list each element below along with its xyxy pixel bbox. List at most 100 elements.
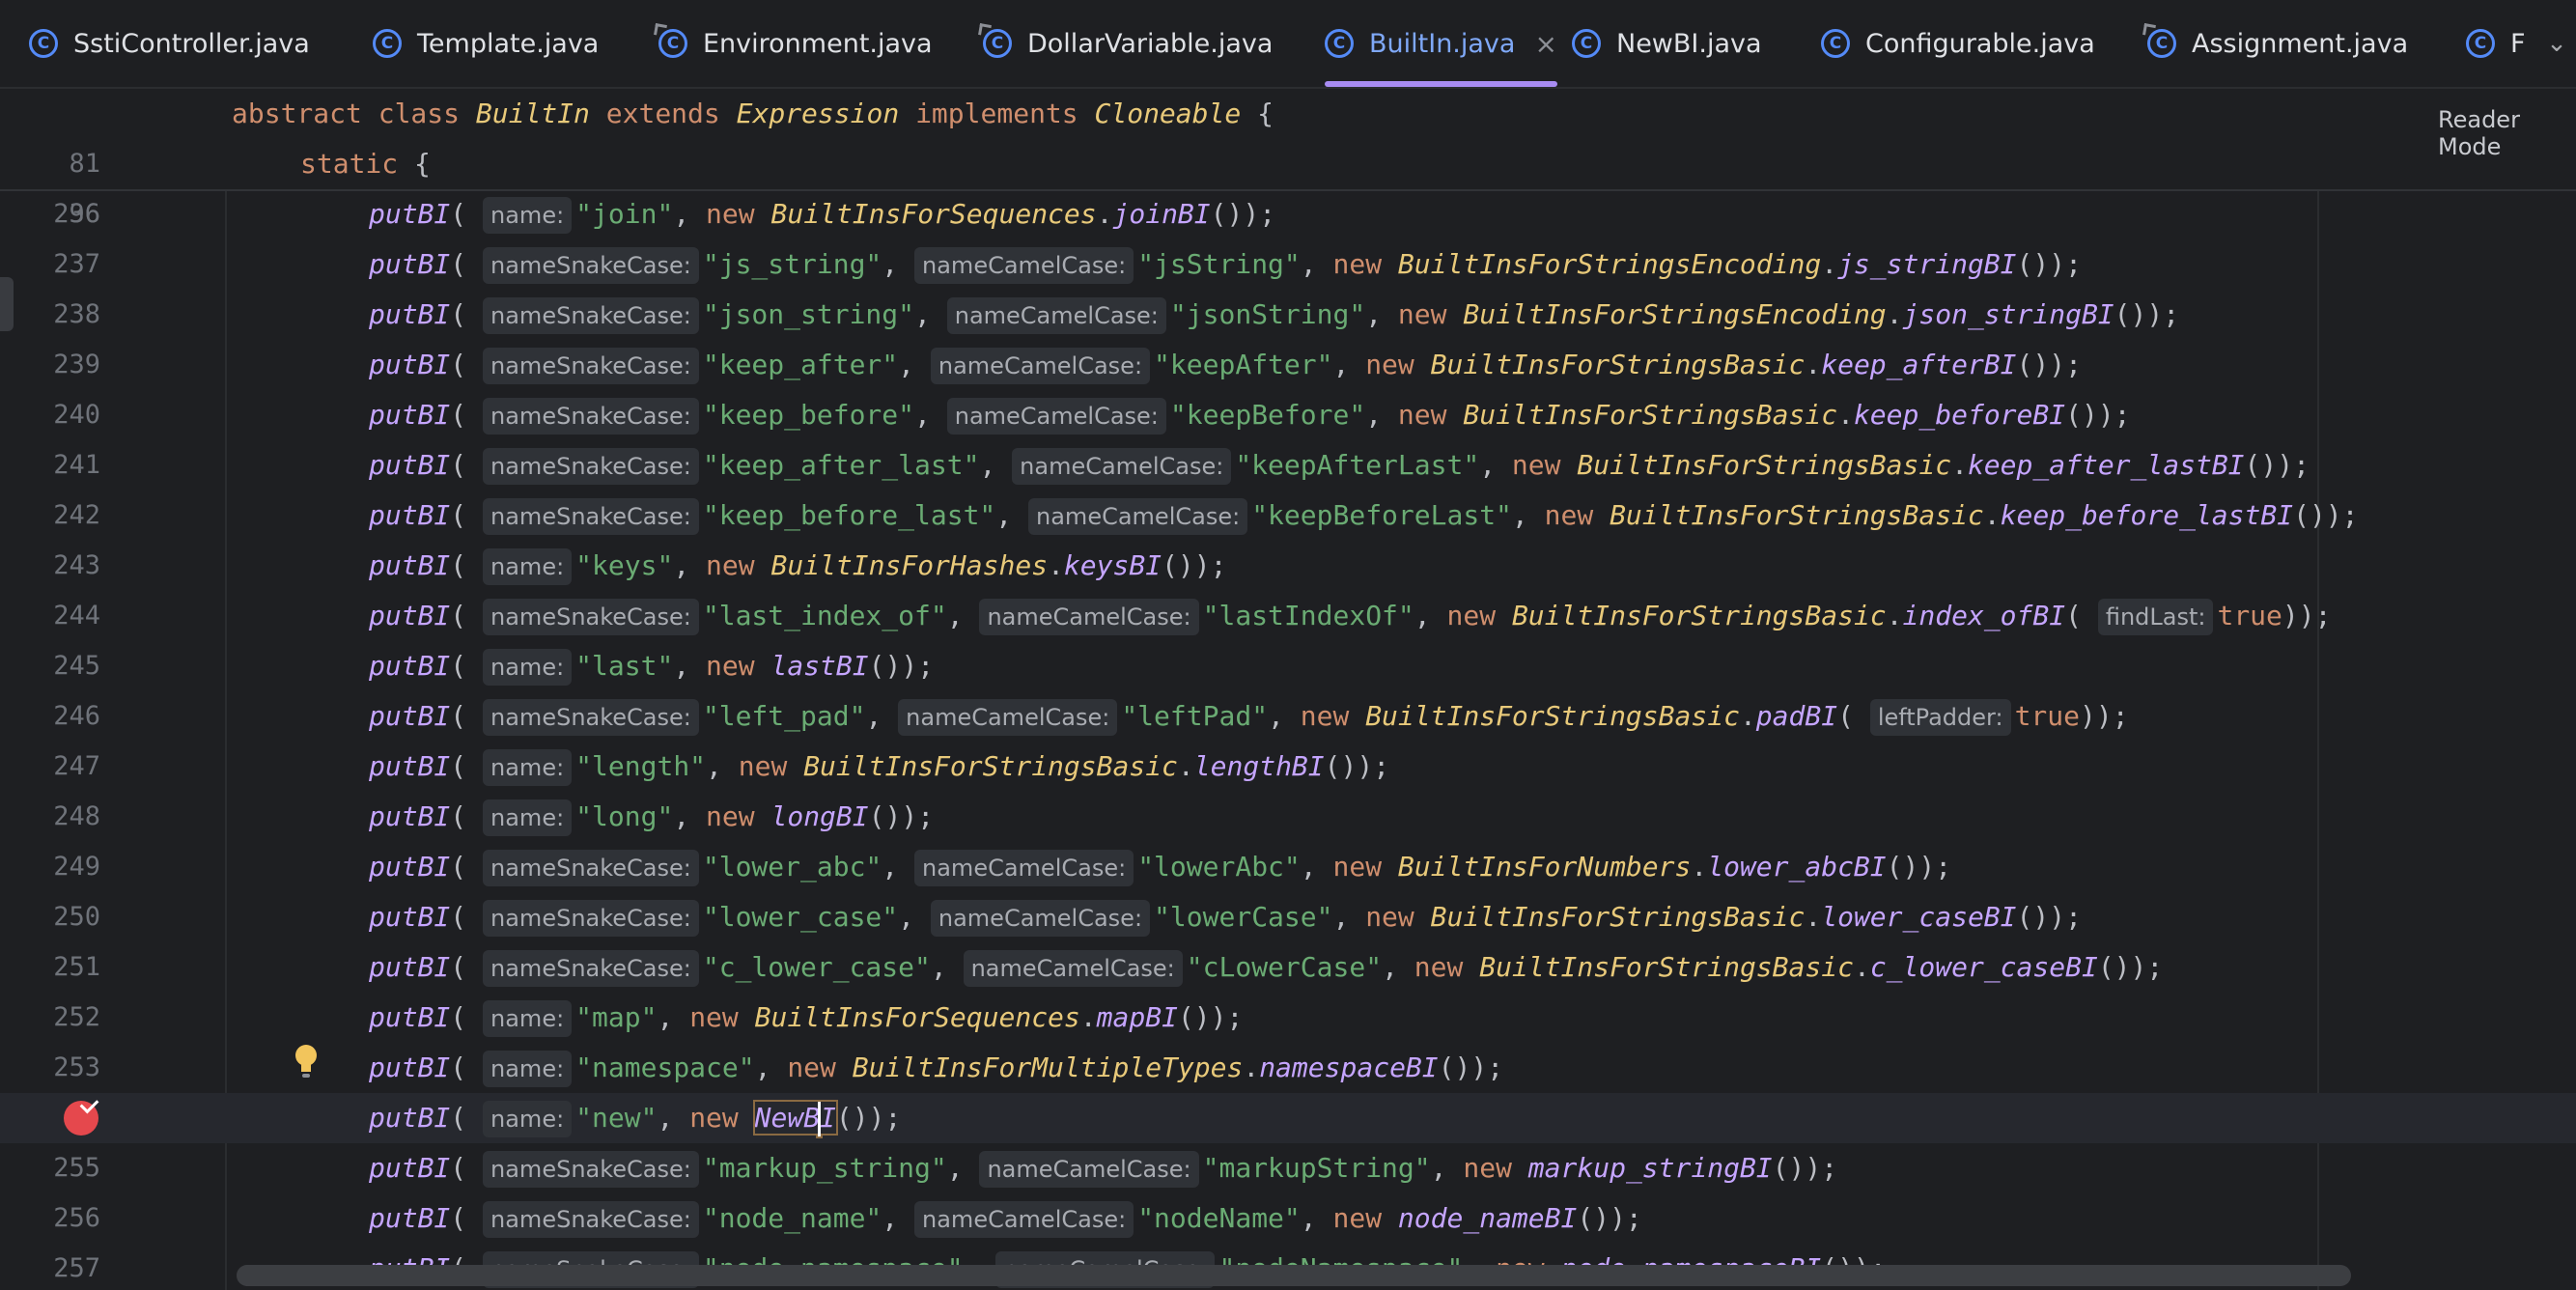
parameter-hint: name: xyxy=(483,1051,573,1087)
breakpoint-icon[interactable] xyxy=(64,1101,98,1136)
code-line[interactable]: 248 putBI( name: "long", new longBI()); xyxy=(0,792,2576,842)
sticky-line-static[interactable]: 96 static { xyxy=(0,139,2576,229)
tab-builtin-java[interactable]: C BuiltIn.java × xyxy=(1325,0,1557,87)
code-line[interactable]: 243 putBI( name: "keys", new BuiltInsForHa… xyxy=(0,541,2576,591)
code-line[interactable]: 253 putBI( name: "namespace", new BuiltIns… xyxy=(0,1043,2576,1093)
line-number: 245 xyxy=(53,651,100,681)
class-declaration: abstract class BuiltIn extends Expressio… xyxy=(232,98,1274,129)
close-tab-icon[interactable]: × xyxy=(1534,28,1556,60)
code-text: putBI( nameSnakeCase: "markup_string", na… xyxy=(369,1143,1837,1193)
parameter-hint: nameSnakeCase: xyxy=(483,900,699,937)
sticky-line-class[interactable]: 81 abstract class BuiltIn extends Expres… xyxy=(0,89,2576,179)
code-line[interactable]: 240 putBI( nameSnakeCase: "keep_before", n… xyxy=(0,390,2576,440)
code-line[interactable]: 255 putBI( nameSnakeCase: "markup_string",… xyxy=(0,1143,2576,1193)
code-text: putBI( nameSnakeCase: "keep_before", name… xyxy=(369,390,2131,440)
parameter-hint: name: xyxy=(483,799,573,836)
line-number: 240 xyxy=(53,400,100,430)
line-number: 246 xyxy=(53,701,100,731)
code-line[interactable]: 246 putBI( nameSnakeCase: "left_pad", name… xyxy=(0,691,2576,742)
parameter-hint: nameCamelCase: xyxy=(946,398,1166,435)
line-number: 248 xyxy=(53,801,100,831)
parameter-hint: nameSnakeCase: xyxy=(483,1151,699,1188)
code-line[interactable]: 238 putBI( nameSnakeCase: "json_string", n… xyxy=(0,290,2576,340)
code-line[interactable]: 242 putBI( nameSnakeCase: "keep_before_las… xyxy=(0,491,2576,541)
code-line[interactable]: 256 putBI( nameSnakeCase: "node_name", nam… xyxy=(0,1193,2576,1244)
tabs-overflow-chevron-icon[interactable]: ⌄ xyxy=(2537,0,2576,87)
parameter-hint: nameCamelCase: xyxy=(930,900,1151,937)
code-text: putBI( nameSnakeCase: "lower_case", nameC… xyxy=(369,892,2082,942)
parameter-hint: nameSnakeCase: xyxy=(483,1201,699,1238)
code-editor[interactable]: 81 abstract class BuiltIn extends Expres… xyxy=(0,89,2576,1290)
code-line[interactable]: 244 putBI( nameSnakeCase: "last_index_of",… xyxy=(0,591,2576,641)
horizontal-scrollbar[interactable] xyxy=(237,1265,2351,1286)
code-line[interactable]: 245 putBI( name: "last", new lastBI()); xyxy=(0,641,2576,691)
class-icon: C xyxy=(1325,29,1354,58)
tab-label: SstiController.java xyxy=(73,28,310,59)
parameter-hint: nameCamelCase: xyxy=(1028,498,1248,535)
class-icon: C xyxy=(1821,29,1850,58)
parameter-hint: nameCamelCase: xyxy=(963,950,1183,987)
parameter-hint: nameSnakeCase: xyxy=(483,850,699,886)
line-number: 247 xyxy=(53,751,100,781)
tab-template-java[interactable]: C Template.java xyxy=(373,0,599,87)
tab-dollarvariable-java[interactable]: C DollarVariable.java xyxy=(983,0,1273,87)
code-text: putBI( nameSnakeCase: "lower_abc", nameCa… xyxy=(369,842,1951,892)
code-text: putBI( name: "last", new lastBI()); xyxy=(369,641,934,691)
code-text: putBI( nameSnakeCase: "js_string", nameCa… xyxy=(369,239,2082,290)
code-text: putBI( name: "map", new BuiltInsForSequen… xyxy=(369,993,1243,1043)
parameter-hint: nameSnakeCase: xyxy=(483,348,699,384)
lightbulb-icon[interactable] xyxy=(294,1043,318,1081)
code-line[interactable]: 237 putBI( nameSnakeCase: "js_string", nam… xyxy=(0,239,2576,290)
parameter-hint: nameCamelCase: xyxy=(914,850,1134,886)
tab-label: NewBI.java xyxy=(1616,28,1762,59)
parameter-hint: nameSnakeCase: xyxy=(483,247,699,284)
sticky-header[interactable]: 81 abstract class BuiltIn extends Expres… xyxy=(0,89,2576,229)
line-number: 251 xyxy=(53,952,100,982)
tab-f[interactable]: CF xyxy=(2466,0,2526,87)
code-text: putBI( nameSnakeCase: "last_index_of", na… xyxy=(369,591,2331,641)
code-line[interactable]: 239 putBI( nameSnakeCase: "keep_after", na… xyxy=(0,340,2576,390)
code-text: putBI( name: "new", new NewBI()); xyxy=(369,1093,901,1143)
code-text: putBI( name: "keys", new BuiltInsForHashe… xyxy=(369,541,1227,591)
parameter-hint: nameSnakeCase: xyxy=(483,398,699,435)
class-icon: C xyxy=(2466,29,2495,58)
parameter-hint: findLast: xyxy=(2097,599,2214,635)
code-line[interactable]: 251 putBI( nameSnakeCase: "c_lower_case", … xyxy=(0,942,2576,993)
line-number: 252 xyxy=(53,1002,100,1032)
tab-newbi-java[interactable]: C NewBI.java xyxy=(1572,0,1762,87)
tab-assignment-java[interactable]: C Assignment.java xyxy=(2147,0,2408,87)
class-icon-readonly: C xyxy=(983,29,1012,58)
code-line[interactable]: putBI( name: "new", new NewBI()); xyxy=(0,1093,2576,1143)
parameter-hint: nameSnakeCase: xyxy=(483,498,699,535)
code-line[interactable]: 252 putBI( name: "map", new BuiltInsForSeq… xyxy=(0,993,2576,1043)
tab-label: Configurable.java xyxy=(1865,28,2095,59)
code-line[interactable]: 241 putBI( nameSnakeCase: "keep_after_last… xyxy=(0,440,2576,491)
code-line[interactable]: 250 putBI( nameSnakeCase: "lower_case", na… xyxy=(0,892,2576,942)
tab-environment-java[interactable]: C Environment.java xyxy=(658,0,933,87)
scroll-marker xyxy=(0,277,14,331)
code-text: putBI( nameSnakeCase: "keep_after_last", … xyxy=(369,440,2310,491)
line-number: 249 xyxy=(53,852,100,882)
tab-configurable-java[interactable]: C Configurable.java xyxy=(1821,0,2095,87)
code-line[interactable]: 249 putBI( nameSnakeCase: "lower_abc", nam… xyxy=(0,842,2576,892)
parameter-hint: nameCamelCase: xyxy=(979,599,1199,635)
tab-label: DollarVariable.java xyxy=(1027,28,1274,59)
parameter-hint: nameSnakeCase: xyxy=(483,599,699,635)
line-number: 253 xyxy=(53,1052,100,1082)
code-text: putBI( name: "long", new longBI()); xyxy=(369,792,934,842)
class-icon: C xyxy=(373,29,402,58)
parameter-hint: name: xyxy=(483,749,573,786)
tab-ssticontroller-java[interactable]: C SstiController.java xyxy=(29,0,310,87)
line-number: 242 xyxy=(53,500,100,530)
code-text: putBI( nameSnakeCase: "left_pad", nameCam… xyxy=(369,691,2129,742)
line-number: 250 xyxy=(53,902,100,932)
parameter-hint: nameCamelCase: xyxy=(898,699,1118,736)
parameter-hint: name: xyxy=(483,197,573,234)
parameter-hint: name: xyxy=(483,649,573,686)
line-number: 239 xyxy=(53,350,100,379)
code-line[interactable]: 247 putBI( name: "length", new BuiltInsFor… xyxy=(0,742,2576,792)
code-line[interactable]: 236 putBI( name: "join", new BuiltInsForSe… xyxy=(0,189,2576,239)
reader-mode-button[interactable]: Reader Mode xyxy=(2438,106,2576,160)
code-text: putBI( name: "join", new BuiltInsForSeque… xyxy=(369,189,1275,239)
line-number: 255 xyxy=(53,1153,100,1183)
